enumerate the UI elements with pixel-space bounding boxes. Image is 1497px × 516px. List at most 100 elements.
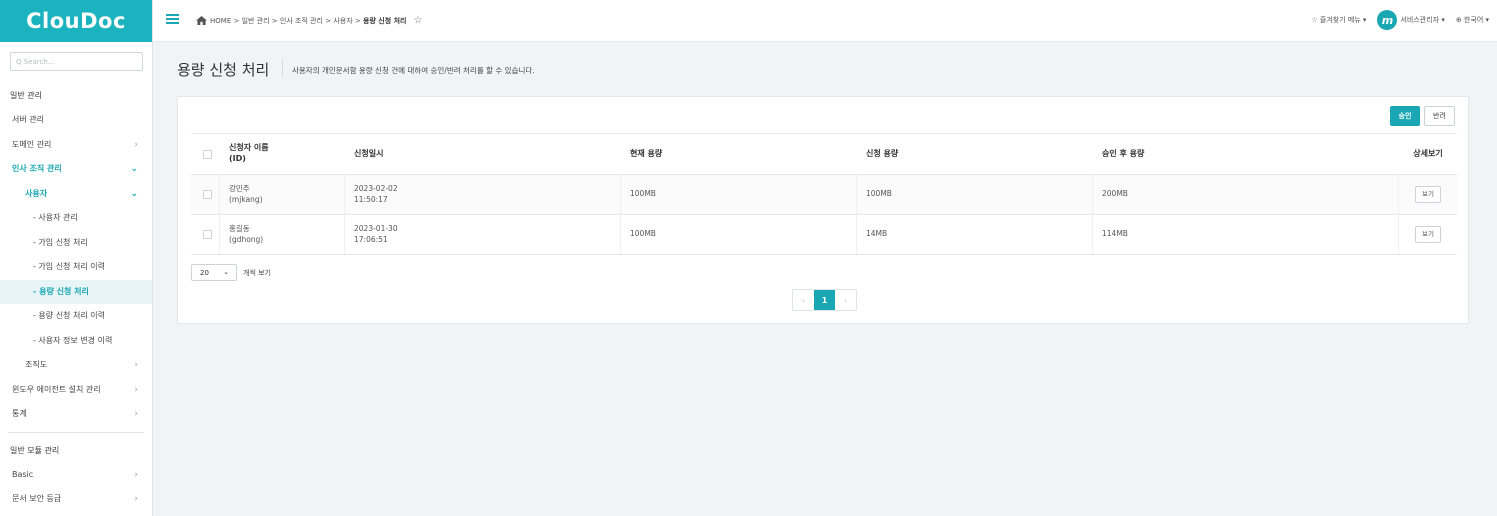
- sidebar-item-label: 문서 보안 등급: [12, 494, 62, 503]
- header-id-label: (ID): [229, 154, 246, 163]
- view-button[interactable]: 보기: [1415, 186, 1441, 203]
- sidebar-item-doc-security-level[interactable]: 문서 보안 등급 ›: [0, 487, 152, 512]
- header-detail: 상세보기: [1413, 148, 1443, 158]
- header-name: 신청자 이름 (ID): [220, 134, 345, 174]
- next-page-button[interactable]: ›: [835, 290, 856, 310]
- sidebar-item-quota-history[interactable]: - 용량 신청 처리 이력: [0, 304, 152, 329]
- sidebar-item-hr-org[interactable]: 인사 조직 관리 ⌄: [0, 157, 152, 182]
- cell-date: 2023-01-30 17:06:51: [345, 215, 621, 254]
- breadcrumb-current: 용량 신청 처리: [362, 16, 407, 25]
- breadcrumb-sep: >: [352, 16, 363, 25]
- breadcrumb-users[interactable]: 사용자: [333, 16, 352, 26]
- sidebar-item-user-management[interactable]: - 사용자 관리: [0, 206, 152, 231]
- table-header-row: 신청자 이름 (ID) 신청일시 현재 용량 신청 용량 승인 후 용량 상세보기: [191, 133, 1457, 175]
- header-after: 승인 후 용량: [1102, 148, 1145, 158]
- quota-request-table: 신청자 이름 (ID) 신청일시 현재 용량 신청 용량 승인 후 용량 상세보기…: [191, 133, 1457, 255]
- sidebar-item-signup-history[interactable]: - 가입 신청 처리 이력: [0, 255, 152, 280]
- breadcrumb-general[interactable]: 일반 관리: [242, 16, 270, 26]
- reject-button[interactable]: 반려: [1424, 106, 1455, 126]
- header-date: 신청일시: [354, 148, 384, 158]
- section-general-admin: 일반 관리: [10, 91, 42, 100]
- topbar: HOME > 일반 관리 > 인사 조직 관리 > 사용자 > 용량 신청 처리…: [153, 0, 1497, 42]
- cell-after: 200MB: [1093, 175, 1399, 214]
- chevron-right-icon: ›: [134, 409, 138, 419]
- chevron-right-icon: ›: [134, 469, 138, 480]
- table-body: 강민주 (mjkang) 2023-02-02 11:50:17 100MB 100…: [191, 175, 1457, 255]
- section-module-admin: 일반 모듈 관리: [10, 445, 60, 455]
- sidebar-item-label: - 사용자 관리: [33, 213, 78, 222]
- breadcrumb-sep: >: [323, 16, 334, 25]
- view-button[interactable]: 보기: [1415, 226, 1441, 243]
- sidebar-item-org-chart[interactable]: 조직도 ›: [0, 353, 152, 378]
- cell-detail: 보기: [1399, 175, 1457, 214]
- sidebar-item-label: 조직도: [25, 360, 48, 369]
- cloudoc-logo[interactable]: ClouDoc: [26, 9, 126, 33]
- table-row[interactable]: 홍길동 (gdhong) 2023-01-30 17:06:51 100MB 14M…: [191, 215, 1457, 255]
- row-checkbox-cell: [191, 175, 220, 214]
- request-time: 11:50:17: [354, 194, 388, 204]
- row-checkbox-cell: [191, 215, 220, 254]
- language-label: ⊕ 한국어 ▾: [1455, 16, 1489, 24]
- sidebar-item-user-info-history[interactable]: - 사용자 정보 변경 이력: [0, 329, 152, 354]
- request-time: 17:06:51: [354, 234, 388, 244]
- page-description: 사용자의 개인문서함 용량 신청 건에 대하여 승인/반려 처리를 할 수 있습…: [292, 66, 535, 75]
- sidebar-item-label: 서버 관리: [12, 115, 44, 124]
- request-date: 2023-02-02: [354, 184, 398, 194]
- breadcrumb-home[interactable]: HOME: [210, 17, 231, 25]
- user-menu[interactable]: m 서비스관리자 ▾: [1377, 10, 1445, 30]
- cell-requested: 100MB: [857, 175, 1093, 214]
- chevron-right-icon: ›: [134, 384, 138, 395]
- table-row[interactable]: 강민주 (mjkang) 2023-02-02 11:50:17 100MB 100…: [191, 175, 1457, 215]
- search-input[interactable]: Q Search...: [10, 52, 143, 71]
- prev-page-button[interactable]: ‹: [793, 290, 814, 310]
- page-title: 용량 신청 처리: [177, 61, 270, 79]
- cell-detail: 보기: [1399, 215, 1457, 254]
- search-placeholder: Q Search...: [16, 57, 55, 66]
- breadcrumb-hr-org[interactable]: 인사 조직 관리: [280, 16, 323, 26]
- sidebar-item-domain[interactable]: 도메인 관리 ›: [0, 133, 152, 158]
- sidebar-item-label: 도메인 관리: [12, 139, 52, 149]
- sidebar-item-users[interactable]: 사용자 ⌄: [0, 182, 152, 207]
- sidebar: ClouDoc Q Search... 일반 관리 서버 관리 도메인 관리 ›…: [0, 0, 153, 516]
- select-all-checkbox[interactable]: [203, 149, 212, 159]
- breadcrumb-sep: >: [269, 16, 280, 25]
- sidebar-item-statistics[interactable]: 통계 ›: [0, 402, 152, 427]
- sidebar-item-label: - 사용자 정보 변경 이력: [33, 335, 113, 345]
- title-divider: [282, 60, 283, 76]
- content-card: 승인 반려 신청자 이름 (ID) 신청일시 현재 용량 신청 용량 승인 후 용…: [177, 96, 1469, 324]
- menu-icon[interactable]: [166, 14, 179, 24]
- row-checkbox[interactable]: [203, 190, 212, 199]
- cell-after: 114MB: [1093, 215, 1399, 254]
- request-date: 2023-01-30: [354, 224, 398, 234]
- sidebar-item-label: Basic: [12, 469, 34, 479]
- page-button-current[interactable]: 1: [814, 290, 835, 310]
- cell-name: 홍길동 (gdhong): [220, 215, 345, 254]
- breadcrumb-sep: >: [231, 16, 242, 25]
- sidebar-item-basic[interactable]: Basic ›: [0, 463, 152, 488]
- sidebar-item-quota-requests[interactable]: - 용량 신청 처리: [0, 279, 152, 304]
- sidebar-item-label: - 가입 신청 처리: [33, 237, 88, 247]
- applicant-name: 홍길동: [229, 224, 250, 234]
- cell-requested: 14MB: [857, 215, 1093, 254]
- sidebar-item-signup-requests[interactable]: - 가입 신청 처리: [0, 231, 152, 256]
- header-name-label: 신청자 이름: [229, 143, 269, 153]
- sidebar-item-label: 윈도우 에이전트 설치 관리: [12, 384, 101, 394]
- sidebar-item-label: 통계: [12, 409, 27, 418]
- chevron-right-icon: ›: [134, 360, 138, 370]
- chevron-down-icon: ⌄: [130, 164, 138, 174]
- sidebar-divider: [8, 431, 144, 433]
- page-size-select[interactable]: 20 ⌄: [191, 264, 237, 281]
- logo-area[interactable]: ClouDoc: [0, 0, 152, 42]
- row-checkbox[interactable]: [203, 230, 212, 239]
- header-current: 현재 용량: [630, 148, 663, 158]
- home-icon[interactable]: [196, 16, 207, 25]
- approve-button[interactable]: 승인: [1390, 106, 1420, 126]
- favorites-menu[interactable]: ☆ 즐겨찾기 메뉴 ▾: [1311, 15, 1366, 25]
- chevron-down-icon: ⌄: [130, 188, 138, 199]
- star-icon[interactable]: ☆: [414, 15, 423, 26]
- sidebar-item-server[interactable]: 서버 관리: [0, 108, 152, 133]
- page-size-control: 20 ⌄ 개씩 보기: [191, 264, 271, 281]
- language-menu[interactable]: ⊕ 한국어 ▾: [1456, 15, 1489, 25]
- sidebar-item-windows-agent[interactable]: 윈도우 에이전트 설치 관리 ›: [0, 378, 152, 403]
- sidebar-item-label: - 가입 신청 처리 이력: [33, 262, 105, 271]
